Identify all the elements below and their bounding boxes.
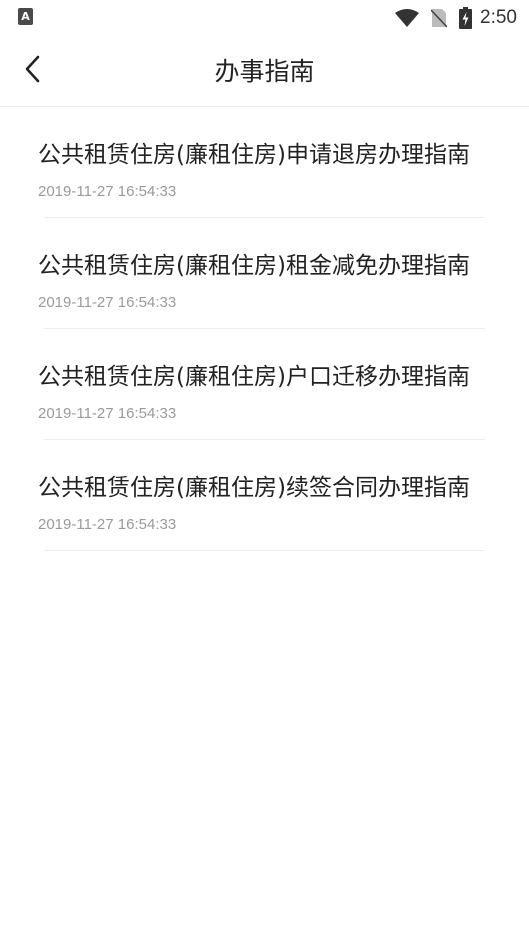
app-notification-icon: A <box>18 8 33 25</box>
list-item[interactable]: 公共租赁住房(廉租住房)租金减免办理指南 2019-11-27 16:54:33 <box>0 218 529 329</box>
guide-date: 2019-11-27 16:54:33 <box>38 183 177 200</box>
wifi-icon <box>395 9 420 27</box>
list-item[interactable]: 公共租赁住房(廉租住房)续签合同办理指南 2019-11-27 16:54:33 <box>0 440 529 551</box>
guide-title: 公共租赁住房(廉租住房)户口迁移办理指南 <box>38 364 470 390</box>
guide-title: 公共租赁住房(廉租住房)续签合同办理指南 <box>38 475 470 501</box>
battery-charging-icon <box>459 7 473 29</box>
chevron-left-icon <box>24 55 40 87</box>
guide-title: 公共租赁住房(廉租住房)申请退房办理指南 <box>38 142 470 168</box>
guide-date: 2019-11-27 16:54:33 <box>38 516 177 533</box>
list-item[interactable]: 公共租赁住房(廉租住房)申请退房办理指南 2019-11-27 16:54:33 <box>0 107 529 218</box>
status-bar: A 2:50 <box>0 0 529 36</box>
status-time: 2:50 <box>480 7 517 28</box>
app-bar: 办事指南 <box>0 36 529 107</box>
status-icons: 2:50 <box>395 0 517 36</box>
guide-list: 公共租赁住房(廉租住房)申请退房办理指南 2019-11-27 16:54:33… <box>0 107 529 551</box>
guide-date: 2019-11-27 16:54:33 <box>38 405 177 422</box>
divider <box>44 550 485 551</box>
back-button[interactable] <box>10 46 54 96</box>
no-sim-icon <box>431 8 448 28</box>
page-title: 办事指南 <box>214 57 315 86</box>
guide-date: 2019-11-27 16:54:33 <box>38 294 177 311</box>
guide-title: 公共租赁住房(廉租住房)租金减免办理指南 <box>38 253 470 279</box>
list-item[interactable]: 公共租赁住房(廉租住房)户口迁移办理指南 2019-11-27 16:54:33 <box>0 329 529 440</box>
